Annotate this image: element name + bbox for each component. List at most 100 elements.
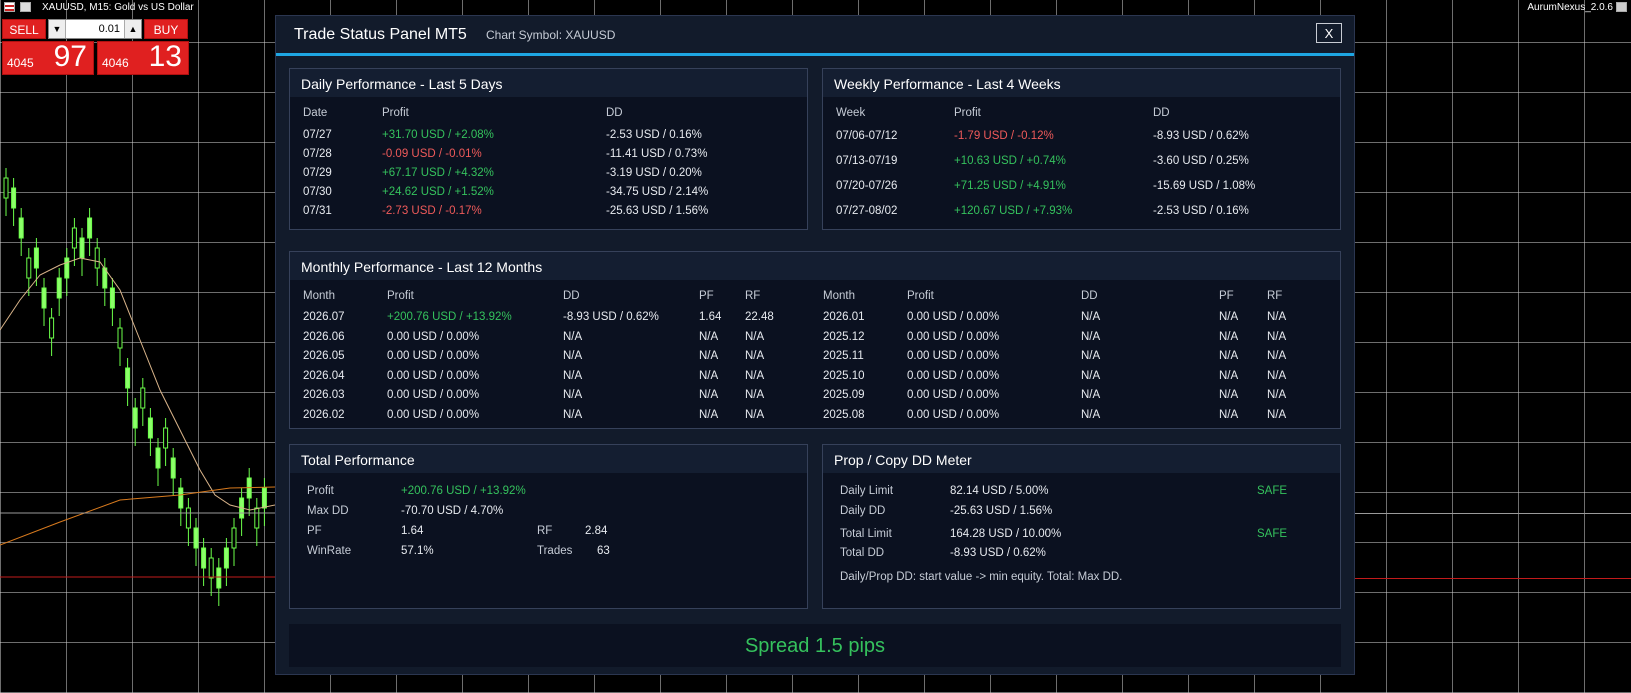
daily-performance-header: Daily Performance - Last 5 Days xyxy=(290,69,807,97)
monthly-performance-header: Monthly Performance - Last 12 Months xyxy=(290,252,1340,280)
candle-body xyxy=(49,317,55,339)
monthly-row-dd-2: N/A xyxy=(1081,389,1101,402)
chart-symbol-label: Chart Symbol: XAUUSD xyxy=(486,28,616,42)
buy-price[interactable]: 4046 13 xyxy=(97,40,189,75)
monthly-row-month-2: 2025.10 xyxy=(823,369,865,382)
monthly-row-rf: N/A xyxy=(745,369,765,382)
trade-status-panel: Trade Status Panel MT5 Chart Symbol: XAU… xyxy=(275,15,1355,675)
lot-decrease-icon[interactable]: ▼ xyxy=(49,20,66,38)
weekly-row-profit: -1.79 USD / -0.12% xyxy=(954,130,1054,142)
panel-header[interactable]: Trade Status Panel MT5 Chart Symbol: XAU… xyxy=(276,16,1354,53)
total-limit-label: Total Limit xyxy=(840,528,892,540)
monthly-row-rf: N/A xyxy=(745,389,765,402)
weekly-row-week: 07/06-07/12 xyxy=(836,130,898,142)
monthly-row-dd: N/A xyxy=(563,330,583,343)
chart-symbol-title: XAUUSD, M15: Gold vs US Dollar xyxy=(42,2,194,13)
monthly-row-dd-2: N/A xyxy=(1081,311,1101,323)
candle-body xyxy=(71,227,77,249)
monthly-row-profit-2: 0.00 USD / 0.00% xyxy=(907,369,1000,382)
monthly-col-profit-2: Profit xyxy=(907,290,934,302)
monthly-row-profit-2: 0.00 USD / 0.00% xyxy=(907,350,1000,363)
monthly-row-rf-2: N/A xyxy=(1267,311,1287,323)
monthly-row-rf-2: N/A xyxy=(1267,389,1287,402)
candle-body xyxy=(155,447,161,469)
daily-row-dd: -34.75 USD / 2.14% xyxy=(606,186,709,198)
monthly-row-rf: N/A xyxy=(745,330,765,343)
chart-window-icon[interactable] xyxy=(20,2,31,12)
monthly-row-month: 2026.02 xyxy=(303,409,345,421)
daily-performance-box: Daily Performance - Last 5 Days Date Pro… xyxy=(289,68,808,230)
total-performance-header: Total Performance xyxy=(290,445,807,473)
total-performance-box: Total Performance Profit +200.76 USD / +… xyxy=(289,444,808,609)
candle-body xyxy=(18,217,24,239)
flag-icon[interactable] xyxy=(4,2,15,12)
total-winrate-value: 57.1% xyxy=(401,545,434,557)
ea-version: AurumNexus_2.0.6 xyxy=(1527,2,1613,13)
monthly-row-profit: 0.00 USD / 0.00% xyxy=(387,389,480,402)
monthly-performance-box: Monthly Performance - Last 12 Months Mon… xyxy=(289,251,1341,429)
weekly-row-dd: -3.60 USD / 0.25% xyxy=(1153,155,1249,167)
daily-row-dd: -3.19 USD / 0.20% xyxy=(606,167,702,179)
weekly-row-profit: +10.63 USD / +0.74% xyxy=(954,155,1066,167)
daily-col-profit: Profit xyxy=(382,107,409,119)
lot-size-input[interactable]: 0.01 xyxy=(67,20,123,38)
monthly-row-dd-2: N/A xyxy=(1081,350,1101,363)
monthly-row-month: 2026.03 xyxy=(303,389,345,402)
sell-button[interactable]: SELL xyxy=(2,19,46,39)
candle-body xyxy=(64,257,70,279)
monthly-row-pf: 1.64 xyxy=(699,311,722,323)
monthly-row-pf: N/A xyxy=(699,409,719,421)
daily-row-dd: -25.63 USD / 1.56% xyxy=(606,205,709,217)
close-button[interactable]: X xyxy=(1316,23,1342,43)
total-pf-value: 1.64 xyxy=(401,525,424,537)
daily-row-profit: +31.70 USD / +2.08% xyxy=(382,129,494,141)
weekly-performance-header: Weekly Performance - Last 4 Weeks xyxy=(823,69,1340,97)
candle-body xyxy=(223,547,229,569)
sell-price[interactable]: 4045 97 xyxy=(2,40,94,75)
total-profit-label: Profit xyxy=(307,485,334,497)
candle-body xyxy=(216,567,222,589)
total-dd-value: -8.93 USD / 0.62% xyxy=(950,547,1046,559)
buy-button[interactable]: BUY xyxy=(144,19,188,39)
ask-price-big: 13 xyxy=(148,40,182,73)
monthly-row-month: 2026.07 xyxy=(303,311,345,323)
monthly-row-month: 2026.06 xyxy=(303,330,345,343)
prop-dd-meter-box: Prop / Copy DD Meter Daily Limit 82.14 U… xyxy=(822,444,1341,609)
monthly-row-profit-2: 0.00 USD / 0.00% xyxy=(907,330,1000,343)
level-line-right-2 xyxy=(1355,578,1631,579)
weekly-col-dd: DD xyxy=(1153,107,1170,119)
monthly-row-dd-2: N/A xyxy=(1081,369,1101,382)
monthly-row-profit-2: 0.00 USD / 0.00% xyxy=(907,311,1000,323)
monthly-row-dd-2: N/A xyxy=(1081,330,1101,343)
chart-title-bar: XAUUSD, M15: Gold vs US Dollar AurumNexu… xyxy=(0,0,1631,15)
candle-body xyxy=(163,427,169,449)
level-line-right xyxy=(1355,513,1631,514)
monthly-row-month-2: 2026.01 xyxy=(823,311,865,323)
monthly-row-rf: 22.48 xyxy=(745,311,774,323)
hat-icon[interactable] xyxy=(1616,2,1627,12)
daily-row-profit: +24.62 USD / +1.52% xyxy=(382,186,494,198)
monthly-row-pf: N/A xyxy=(699,369,719,382)
header-accent-line xyxy=(276,53,1354,56)
candle-body xyxy=(193,527,199,549)
monthly-row-month-2: 2025.11 xyxy=(823,350,864,363)
monthly-row-dd: -8.93 USD / 0.62% xyxy=(563,311,659,323)
lot-size-stepper[interactable]: ▼ 0.01 ▲ xyxy=(48,19,142,39)
prop-dd-meter-title: Prop / Copy DD Meter xyxy=(834,452,972,468)
total-dd-label: Total DD xyxy=(840,547,885,559)
lot-increase-icon[interactable]: ▲ xyxy=(124,20,141,38)
monthly-row-rf-2: N/A xyxy=(1267,330,1287,343)
monthly-col-dd-2: DD xyxy=(1081,290,1098,302)
candle-body xyxy=(140,387,146,409)
monthly-row-month: 2026.04 xyxy=(303,369,345,382)
candle-body xyxy=(11,187,17,209)
daily-row-dd: -11.41 USD / 0.73% xyxy=(606,148,708,160)
candle-body xyxy=(3,177,9,199)
candle-body xyxy=(261,487,267,509)
moving-average-line xyxy=(0,257,275,511)
monthly-col-rf: RF xyxy=(745,290,761,302)
monthly-row-rf-2: N/A xyxy=(1267,350,1287,363)
monthly-row-profit: +200.76 USD / +13.92% xyxy=(387,311,512,323)
daily-row-date: 07/31 xyxy=(303,205,332,217)
candle-body xyxy=(56,277,62,299)
